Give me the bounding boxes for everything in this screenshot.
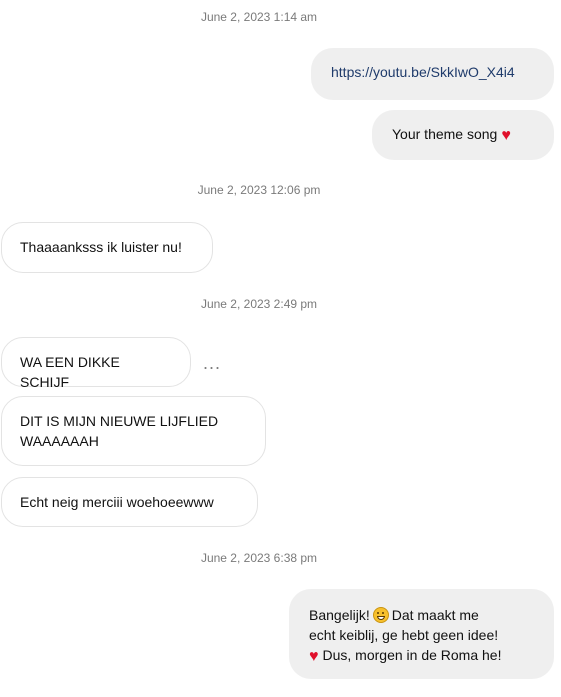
message-text-line: DIT IS MIJN NIEUWE LIJFLIED — [20, 413, 219, 429]
message-text: Your theme song — [392, 126, 498, 142]
message-bubble-incoming[interactable]: Thaaaanksss ik luister nu! — [1, 222, 213, 273]
message-text-line: WAAAAAAH — [20, 433, 99, 449]
message-bubble-incoming[interactable]: DIT IS MIJN NIEUWE LIJFLIED WAAAAAAH — [1, 396, 266, 466]
timestamp: June 2, 2023 12:06 pm — [197, 183, 321, 197]
message-text: Dat maakt me — [391, 607, 479, 623]
message-text: Bangelijk! — [309, 607, 370, 623]
timestamp: June 2, 2023 2:49 pm — [200, 297, 318, 311]
message-text: WA EEN DIKKE SCHIJF — [20, 354, 120, 390]
message-text-line: echt keiblij, ge hebt geen idee! — [309, 627, 499, 643]
message-bubble-outgoing[interactable]: Bangelijk! Dat maakt me echt keiblij, ge … — [289, 589, 554, 679]
grinning-face-icon — [372, 607, 389, 623]
message-text: Thaaaanksss ik luister nu! — [20, 239, 182, 255]
youtube-link[interactable]: https://youtu.be/SkkIwO_X4i4 — [331, 64, 515, 80]
message-text: Dus, morgen in de Roma he! — [322, 647, 502, 663]
message-text-line: ♥ Dus, morgen in de Roma he! — [309, 645, 534, 667]
message-bubble-incoming[interactable]: WA EEN DIKKE SCHIJF — [1, 337, 191, 390]
timestamp: June 2, 2023 6:38 pm — [200, 551, 318, 565]
red-heart-icon: ♥ — [309, 648, 319, 665]
message-bubble-outgoing[interactable]: Your theme song ♥ — [372, 110, 554, 160]
message-bubble-incoming[interactable]: Echt neig merciii woehoeewww — [1, 477, 258, 527]
red-heart-icon: ♥ — [501, 127, 511, 144]
timestamp: June 2, 2023 1:14 am — [200, 10, 318, 24]
message-bubble-outgoing[interactable]: https://youtu.be/SkkIwO_X4i4 — [311, 48, 554, 100]
message-text-line: Bangelijk! Dat maakt me — [309, 605, 534, 625]
message-text: Echt neig merciii woehoeewww — [20, 494, 214, 510]
more-options-icon[interactable]: ... — [203, 354, 225, 372]
